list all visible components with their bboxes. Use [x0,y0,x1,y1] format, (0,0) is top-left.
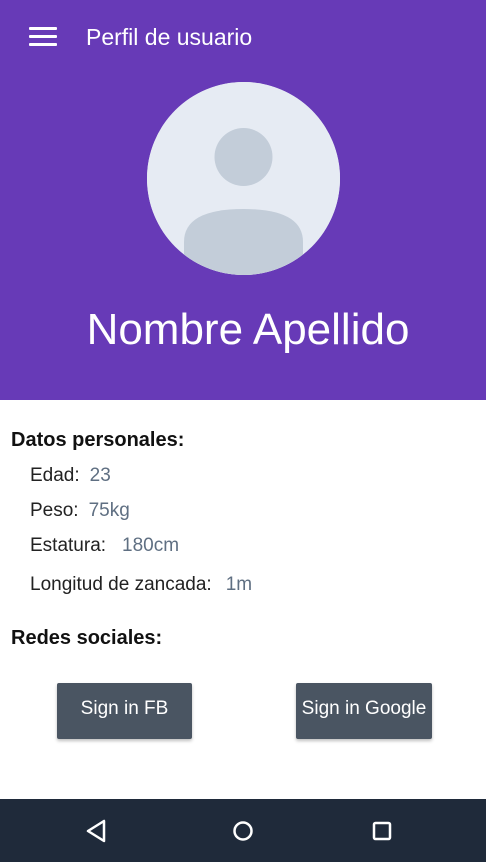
social-networks-heading: Redes sociales: [11,627,163,649]
sign-in-fb-button[interactable]: Sign in FB [57,683,192,739]
weight-label: Peso: [30,500,79,521]
profile-header: Perfil de usuario Nombre Apellido [0,0,486,400]
page-title: Perfil de usuario [86,24,253,50]
height-value: 180cm [122,535,180,556]
home-circle-icon[interactable] [227,815,259,847]
weight-value: 75kg [88,500,130,521]
recents-square-icon[interactable] [366,815,398,847]
height-label: Estatura: [30,535,107,556]
avatar [147,82,340,275]
default-user-avatar-icon [147,82,340,275]
personal-data-heading: Datos personales: [11,429,185,451]
stride-label: Longitud de zancada: [30,574,212,595]
user-name: Nombre Apellido [86,305,410,354]
sign-in-google-button[interactable]: Sign in Google [296,683,432,739]
weight-row: Peso: 75kg [30,498,130,524]
stride-value: 1m [225,574,253,595]
height-row: Estatura: 180cm [30,533,179,559]
system-navigation-bar [0,799,486,862]
back-triangle-icon[interactable] [81,815,113,847]
age-row: Edad: 23 [30,463,111,489]
age-value: 23 [89,465,111,486]
stride-row: Longitud de zancada: 1m [30,572,252,598]
hamburger-menu-icon[interactable] [29,27,57,47]
age-label: Edad: [30,465,80,486]
